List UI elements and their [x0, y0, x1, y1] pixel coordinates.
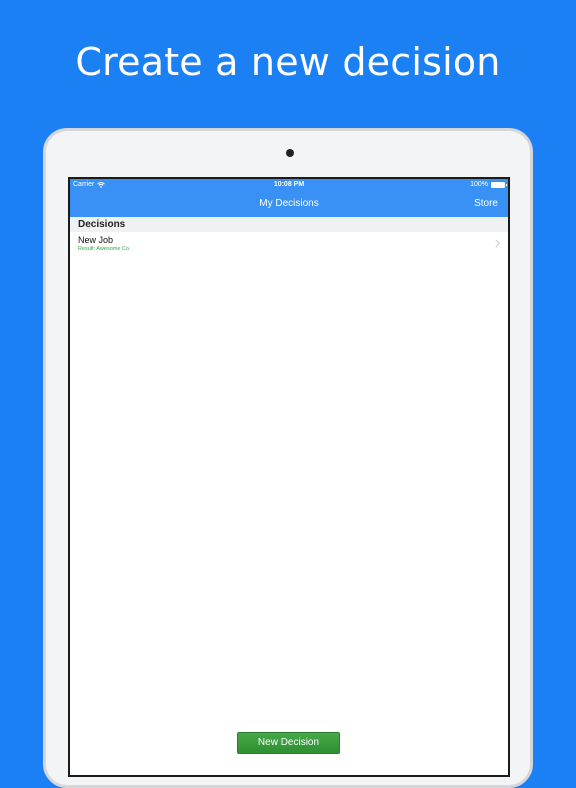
camera-icon: [286, 149, 294, 157]
tablet-frame: Carrier 10:08 PM 100% My Decisions Store…: [43, 128, 533, 788]
app-screen: Carrier 10:08 PM 100% My Decisions Store…: [68, 177, 510, 777]
decision-title: New Job: [78, 235, 114, 245]
status-bar: Carrier 10:08 PM 100%: [70, 179, 508, 193]
battery-icon: [491, 181, 507, 188]
navigation-bar: My Decisions Store: [70, 193, 508, 217]
store-button[interactable]: Store: [474, 198, 498, 209]
nav-title: My Decisions: [259, 198, 319, 209]
status-battery: 100%: [470, 181, 507, 188]
decision-list-item[interactable]: New Job Result: Awesome Co.: [70, 232, 508, 256]
new-decision-button[interactable]: New Decision: [237, 732, 340, 754]
status-time: 10:08 PM: [273, 181, 305, 188]
promo-headline: Create a new decision: [75, 40, 501, 84]
decision-result: Result: Awesome Co.: [78, 246, 131, 252]
battery-percent: 100%: [470, 181, 488, 188]
section-header: Decisions: [70, 217, 508, 232]
chevron-right-icon: [495, 239, 500, 248]
